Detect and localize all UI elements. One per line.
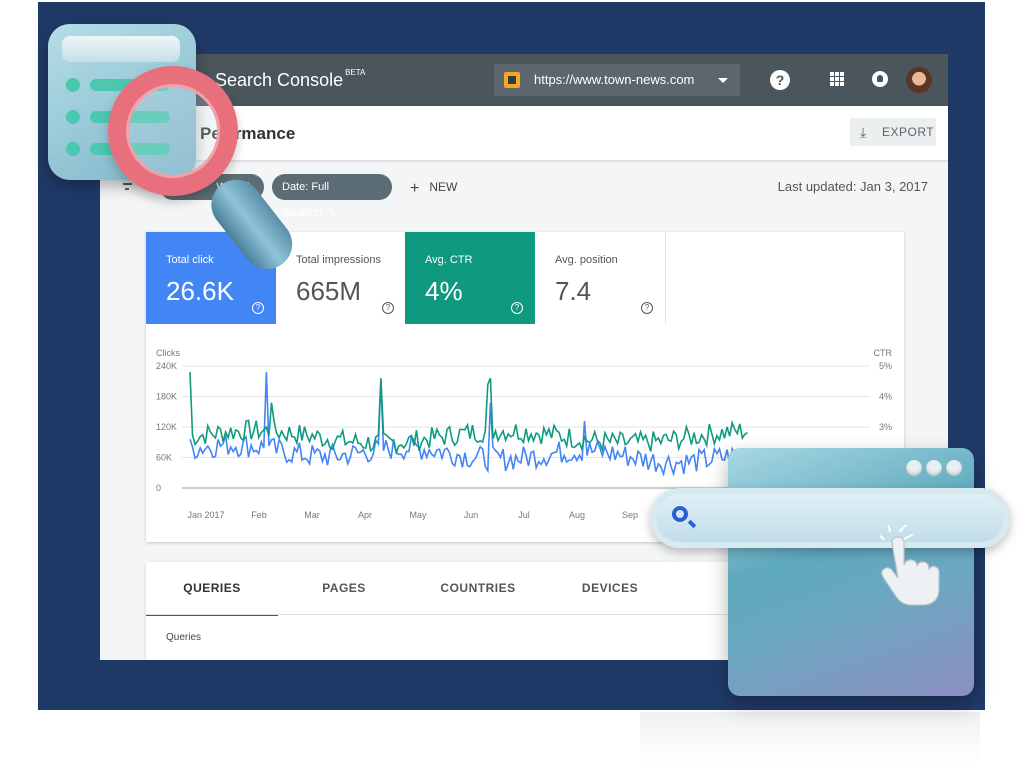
floor-shadow [640, 712, 980, 764]
y-tick-label-right: 5% [879, 361, 892, 371]
magnifying-glass-icon [108, 66, 238, 196]
y-tick-label: 0 [156, 483, 161, 493]
metric-value: 26.6K [166, 276, 234, 306]
search-bar-illustration [650, 488, 1010, 548]
help-circle-icon[interactable]: ? [511, 302, 523, 314]
y-tick-label: 60K [156, 453, 172, 463]
y-tick-label: 180K [156, 392, 177, 402]
y-tick-label: 120K [156, 422, 177, 432]
property-selector[interactable]: https://www.town-news.com [494, 64, 740, 96]
tab-devices[interactable]: DEVICES [544, 562, 676, 614]
metric-value: 665M [296, 276, 362, 306]
avatar[interactable] [906, 67, 932, 93]
export-button[interactable]: ⤓ EXPORT [850, 118, 936, 146]
y-axis-label-right: CTR [874, 348, 893, 358]
page-title-end: rmance [234, 124, 296, 143]
metric-value: 4% [425, 276, 463, 306]
calculator-key [66, 110, 80, 124]
property-icon [504, 72, 520, 88]
y-tick-label-right: 3% [879, 422, 892, 432]
metric-label: Avg. CTR [425, 254, 473, 266]
y-tick-label: 240K [156, 361, 177, 371]
date-filter-label: Date: Full duration [282, 181, 330, 219]
search-icon [672, 506, 688, 522]
calculator-screen [62, 36, 180, 62]
new-filter-button[interactable]: + NEW [410, 180, 457, 198]
x-tick-label: Aug [569, 510, 585, 520]
property-url: https://www.town-news.com [534, 72, 695, 87]
metric-avg-ctr[interactable]: Avg. CTR 4% ? [405, 232, 535, 324]
x-tick-label: Jul [518, 510, 530, 520]
metric-avg-position[interactable]: Avg. position 7.4 ? [535, 232, 666, 324]
beta-badge: BETA [345, 68, 366, 77]
pointing-hand-icon [880, 525, 940, 606]
tab-queries[interactable]: QUERIES [146, 562, 278, 616]
metric-label: Avg. position [555, 254, 618, 266]
export-label: EXPORT [882, 125, 935, 139]
date-chip[interactable]: Date: Full duration ✎ [272, 174, 392, 219]
tab-pages[interactable]: PAGES [278, 562, 410, 614]
help-circle-icon[interactable]: ? [382, 302, 394, 314]
clicks-series-line [189, 372, 749, 477]
chevron-down-icon [718, 78, 728, 83]
download-icon: ⤓ [860, 124, 867, 140]
help-icon[interactable]: ? [770, 70, 790, 90]
window-dot-icon [946, 460, 962, 476]
metric-value: 7.4 [555, 276, 592, 306]
metric-total-impressions[interactable]: Total impressions 665M ? [276, 232, 407, 324]
calculator-key [66, 142, 80, 156]
metric-label: Total click [166, 254, 214, 266]
x-tick-label: Jan 2017 [187, 510, 224, 520]
window-dot-icon [906, 460, 922, 476]
plus-icon: + [410, 180, 420, 197]
x-tick-label: May [409, 510, 427, 520]
help-circle-icon[interactable]: ? [252, 302, 264, 314]
metric-label: Total impressions [296, 254, 381, 266]
help-circle-icon[interactable]: ? [641, 302, 653, 314]
x-tick-label: Feb [251, 510, 267, 520]
x-tick-label: Mar [304, 510, 320, 520]
edit-icon: ✎ [327, 207, 337, 219]
calculator-key [66, 78, 80, 92]
window-dot-icon [926, 460, 942, 476]
last-updated: Last updated: Jan 3, 2017 [777, 179, 928, 194]
notifications-icon[interactable] [872, 71, 888, 87]
apps-grid-icon[interactable] [830, 72, 844, 86]
y-axis-label-left: Clicks [156, 348, 180, 358]
x-tick-label: Apr [358, 510, 372, 520]
x-tick-label: Sep [622, 510, 638, 520]
queries-column-header[interactable]: Queries [166, 632, 201, 643]
y-tick-label-right: 4% [879, 392, 892, 402]
new-filter-label: NEW [429, 180, 458, 194]
tab-countries[interactable]: COUNTRIES [412, 562, 544, 614]
x-tick-label: Jun [464, 510, 479, 520]
